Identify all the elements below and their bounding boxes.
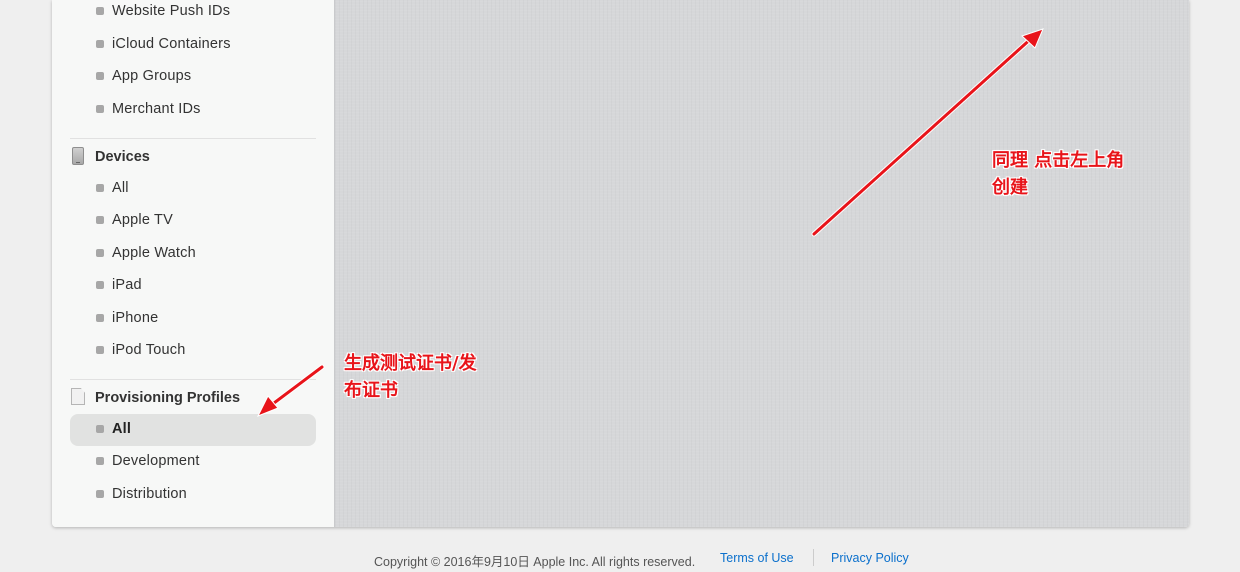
sidebar-item-label: App Groups	[112, 68, 192, 84]
bullet-icon	[96, 105, 104, 113]
divider	[70, 138, 316, 139]
section-title: Devices	[95, 149, 150, 165]
sidebar: Website Push IDs iCloud Containers App G…	[52, 0, 334, 527]
sidebar-item-label: Apple TV	[112, 212, 173, 228]
sidebar-item-label: Merchant IDs	[112, 101, 201, 117]
bullet-icon	[96, 7, 104, 15]
bullet-icon	[96, 184, 104, 192]
bullet-icon	[96, 346, 104, 354]
divider	[70, 379, 316, 380]
sidebar-item-merchant-ids[interactable]: Merchant IDs	[70, 94, 316, 126]
sidebar-item-distribution[interactable]: Distribution	[70, 479, 316, 511]
sidebar-item-label: iCloud Containers	[112, 36, 231, 52]
phone-icon	[72, 147, 84, 165]
bullet-icon	[96, 314, 104, 322]
terms-of-use-link[interactable]: Terms of Use	[720, 551, 794, 565]
sidebar-item-label: Website Push IDs	[112, 3, 231, 19]
bullet-icon	[96, 216, 104, 224]
footer-separator	[813, 549, 814, 566]
content-area	[334, 0, 1189, 527]
sidebar-item-label: iPad	[112, 277, 142, 293]
sidebar-item-label: All	[112, 421, 132, 437]
sidebar-item-iphone[interactable]: iPhone	[70, 303, 316, 335]
bullet-icon	[96, 490, 104, 498]
sidebar-item-development[interactable]: Development	[70, 446, 316, 478]
sidebar-item-label: Development	[112, 453, 200, 469]
bullet-icon	[96, 249, 104, 257]
sidebar-item-apple-tv[interactable]: Apple TV	[70, 205, 316, 237]
section-title: Provisioning Profiles	[95, 390, 241, 406]
bullet-icon	[96, 40, 104, 48]
sidebar-item-label: Apple Watch	[112, 245, 196, 261]
sidebar-item-label: All	[112, 180, 129, 196]
sidebar-item-ipad[interactable]: iPad	[70, 270, 316, 302]
sidebar-item-app-groups[interactable]: App Groups	[70, 61, 316, 93]
bullet-icon	[96, 281, 104, 289]
bullet-icon	[96, 425, 104, 433]
sidebar-item-profiles-all[interactable]: All	[70, 414, 316, 446]
sidebar-item-devices-all[interactable]: All	[70, 173, 316, 205]
bullet-icon	[96, 457, 104, 465]
copyright-text: Copyright © 2016年9月10日 Apple Inc. All ri…	[374, 555, 696, 569]
sidebar-item-label: iPod Touch	[112, 342, 186, 358]
sidebar-item-ipod-touch[interactable]: iPod Touch	[70, 335, 316, 367]
sidebar-item-apple-watch[interactable]: Apple Watch	[70, 238, 316, 270]
footer: Copyright © 2016年9月10日 Apple Inc. All ri…	[0, 549, 1240, 569]
sidebar-item-website-push-ids[interactable]: Website Push IDs	[70, 0, 316, 28]
sidebar-item-icloud-containers[interactable]: iCloud Containers	[70, 29, 316, 61]
privacy-policy-link[interactable]: Privacy Policy	[831, 551, 909, 565]
annotation-create-top-left: 同理 点击左上角 创建	[992, 150, 1125, 198]
bullet-icon	[96, 72, 104, 80]
sidebar-item-label: Distribution	[112, 486, 187, 502]
document-icon	[71, 388, 85, 405]
annotation-generate-certs: 生成测试证书/发 布证书	[344, 353, 477, 401]
sidebar-item-label: iPhone	[112, 310, 159, 326]
main-panel: Website Push IDs iCloud Containers App G…	[52, 0, 1189, 527]
